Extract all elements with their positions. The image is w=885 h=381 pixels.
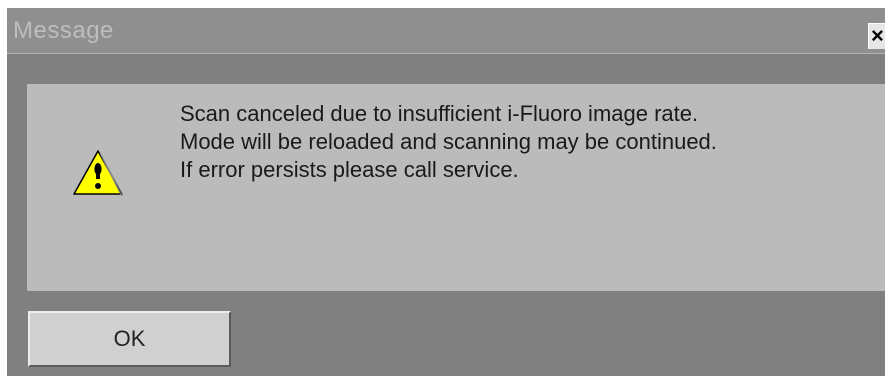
message-line: Mode will be reloaded and scanning may b… (180, 129, 717, 154)
message-line: If error persists please call service. (180, 157, 519, 182)
window-title: Message (13, 17, 114, 44)
message-text: Scan canceled due to insufficient i-Fluo… (180, 100, 880, 184)
close-button[interactable]: × (868, 23, 885, 49)
message-dialog: Message × Scan canceled due to insuffici… (7, 8, 885, 376)
warning-icon (73, 150, 124, 196)
close-icon: × (871, 23, 884, 48)
ok-button[interactable]: OK (28, 311, 231, 367)
message-line: Scan canceled due to insufficient i-Fluo… (180, 101, 699, 126)
message-panel: Scan canceled due to insufficient i-Fluo… (27, 84, 885, 291)
title-bar[interactable]: Message × (7, 8, 885, 54)
